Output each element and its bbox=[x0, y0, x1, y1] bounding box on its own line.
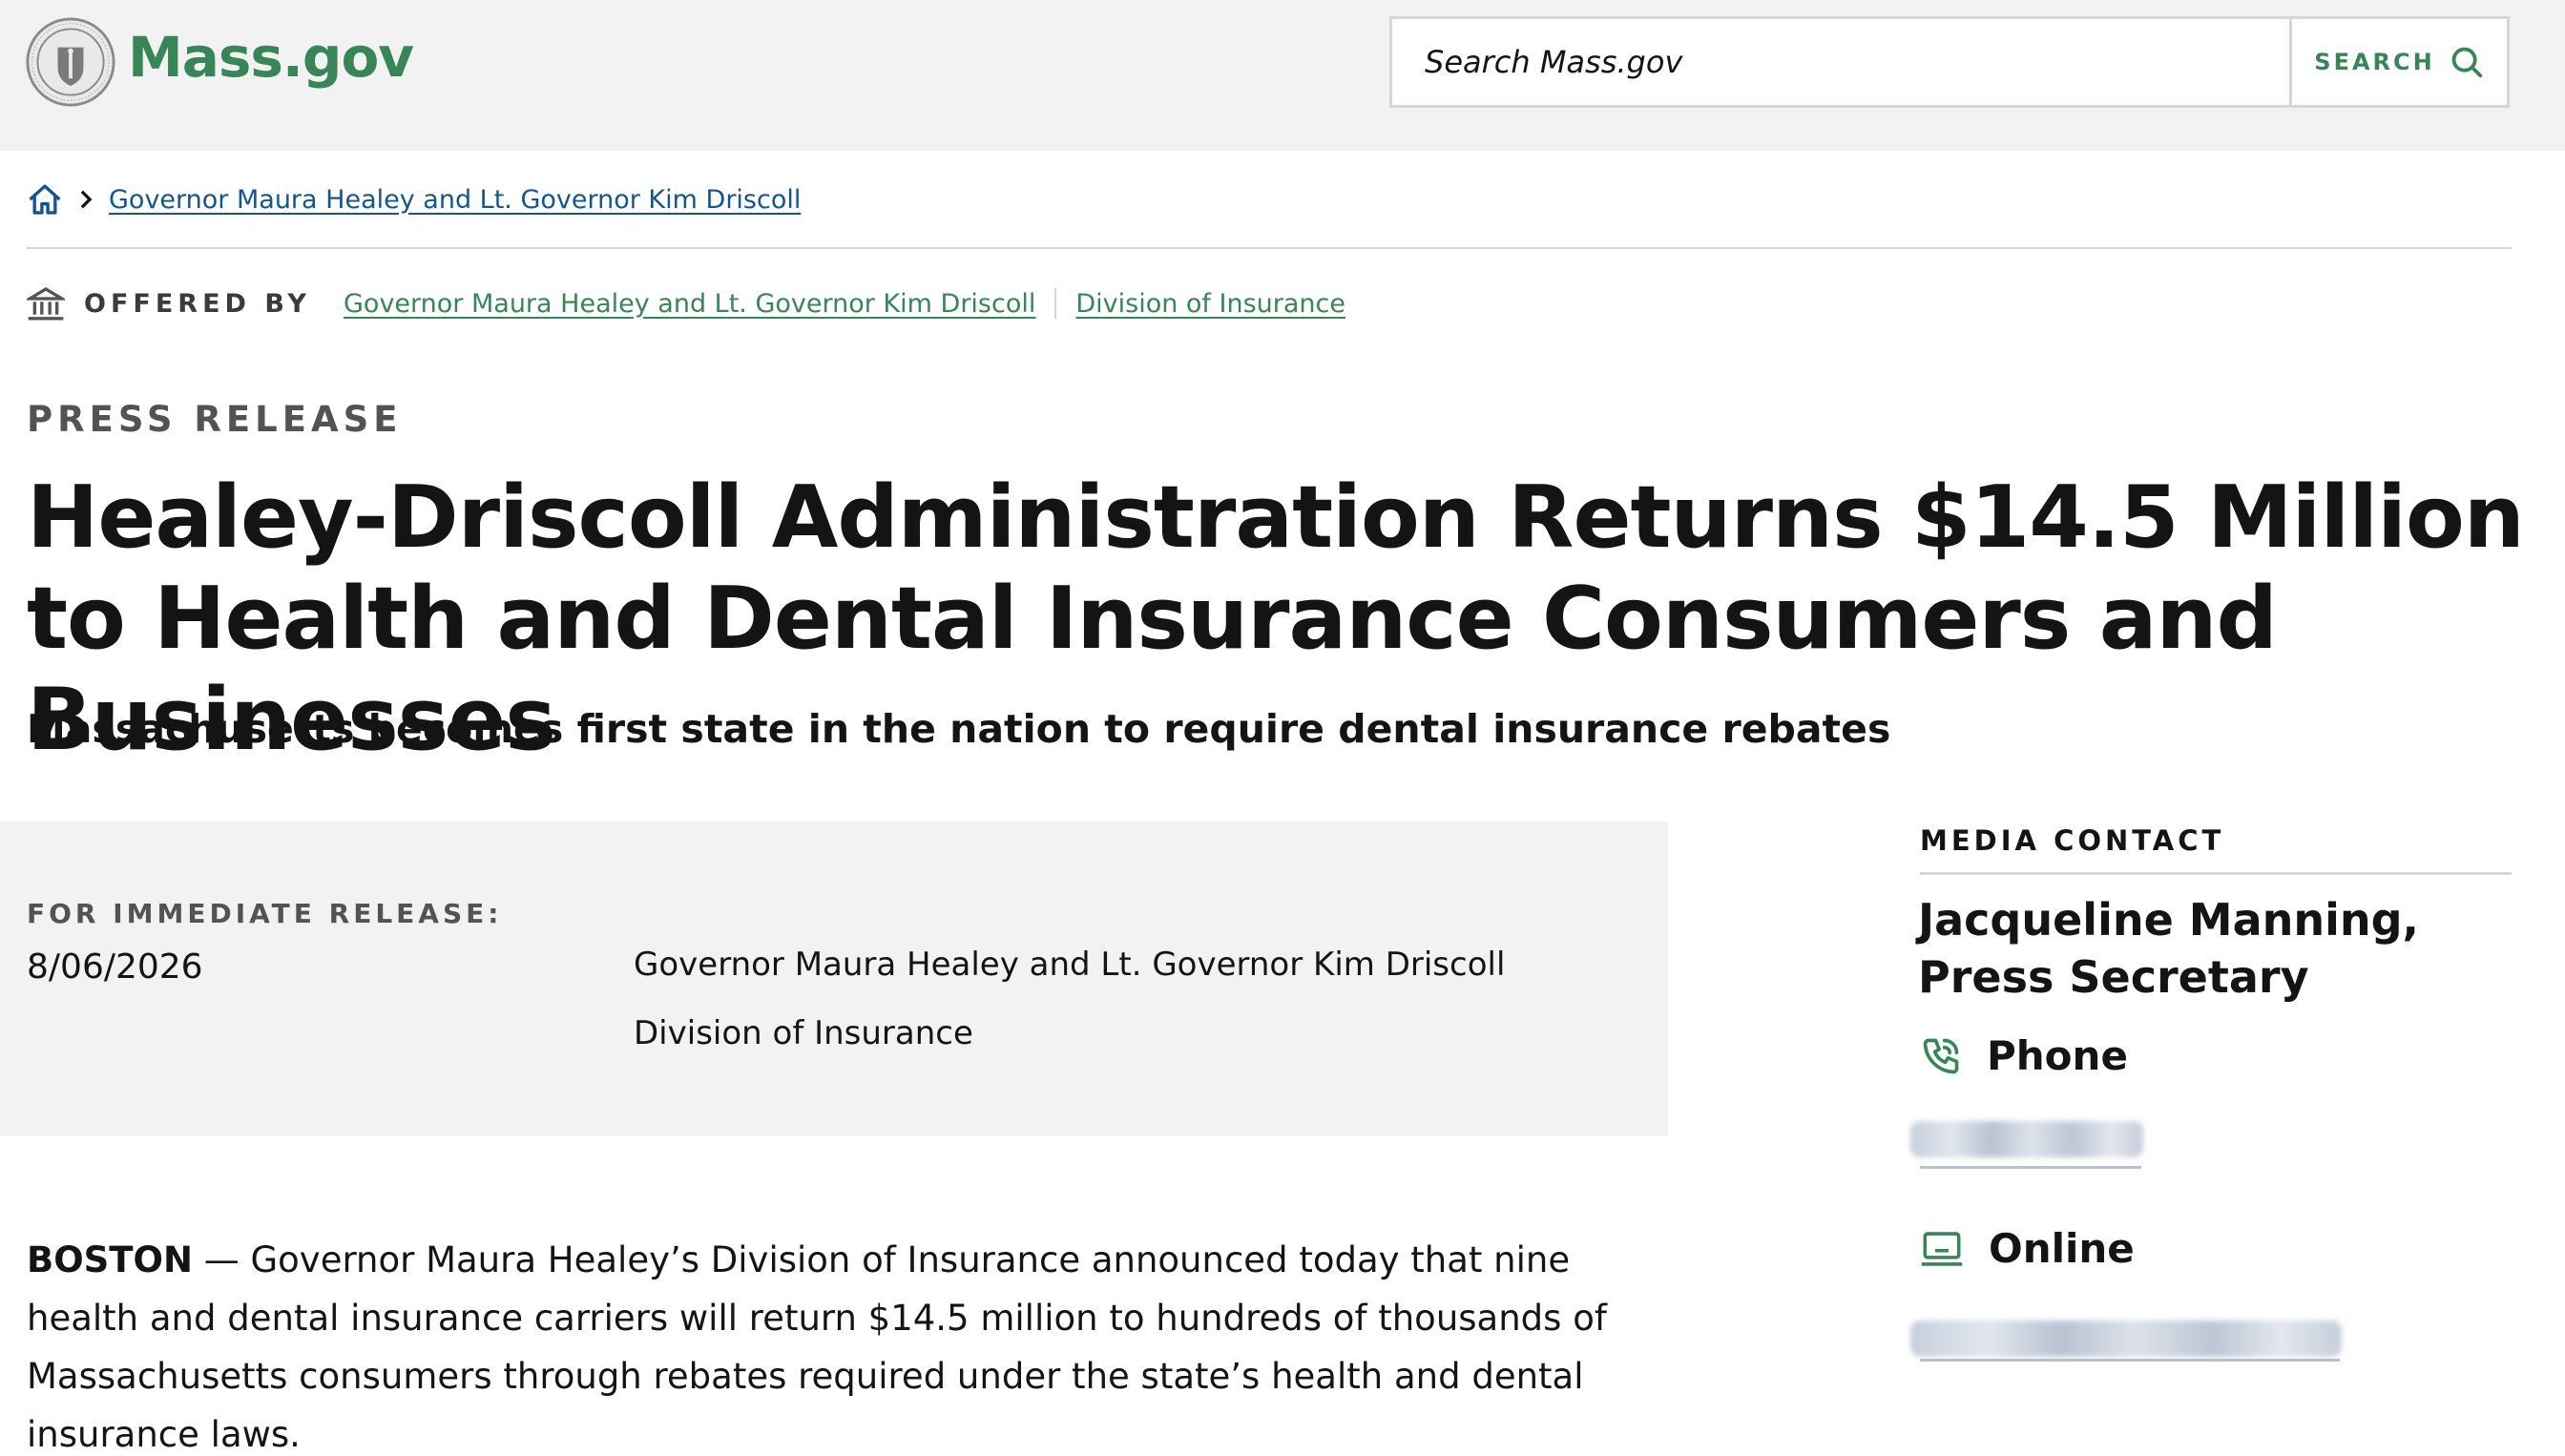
media-contact-name: Jacqueline Manning, Press Secretary bbox=[1918, 894, 2420, 1003]
site-logo[interactable]: Mass.gov bbox=[128, 25, 414, 90]
phone-link-underline bbox=[1920, 1166, 2141, 1169]
article-body: BOSTON — Governor Maura Healey’s Divisio… bbox=[27, 1231, 1649, 1456]
building-icon bbox=[27, 287, 65, 321]
breadcrumb-link[interactable]: Governor Maura Healey and Lt. Governor K… bbox=[109, 185, 801, 215]
phone-number-redacted[interactable] bbox=[1910, 1121, 2143, 1157]
online-row: Online bbox=[1920, 1225, 2135, 1272]
online-link-underline bbox=[1920, 1359, 2340, 1362]
page-subtitle: Massachusetts becomes first state in the… bbox=[27, 706, 1891, 752]
phone-icon bbox=[1923, 1038, 1959, 1073]
site-header: Mass.gov SEARCH bbox=[0, 0, 2565, 151]
offered-by-separator bbox=[1054, 288, 1057, 319]
article-paragraph: — Governor Maura Healey’s Division of In… bbox=[27, 1239, 1607, 1455]
breadcrumb: Governor Maura Healey and Lt. Governor K… bbox=[27, 183, 801, 216]
home-icon[interactable] bbox=[27, 183, 63, 216]
search-button-label: SEARCH bbox=[2314, 49, 2435, 75]
release-date: 8/06/2026 bbox=[27, 947, 203, 987]
release-info-box: FOR IMMEDIATE RELEASE: 8/06/2026 Governo… bbox=[0, 822, 1668, 1136]
offered-by: OFFERED BY Governor Maura Healey and Lt.… bbox=[27, 281, 1345, 326]
media-contact-label: MEDIA CONTACT bbox=[1920, 824, 2225, 857]
offered-by-label: OFFERED BY bbox=[84, 288, 311, 319]
dateline: BOSTON bbox=[27, 1239, 193, 1280]
media-contact-rule bbox=[1920, 872, 2512, 875]
search-input[interactable] bbox=[1392, 19, 2289, 105]
chevron-right-icon bbox=[80, 190, 93, 209]
laptop-icon bbox=[1921, 1231, 1963, 1266]
phone-row: Phone bbox=[1920, 1032, 2128, 1079]
state-seal-icon[interactable] bbox=[25, 16, 116, 108]
search-bar: SEARCH bbox=[1389, 16, 2510, 108]
online-label: Online bbox=[1989, 1225, 2135, 1272]
phone-label: Phone bbox=[1987, 1032, 2128, 1079]
release-org-governor: Governor Maura Healey and Lt. Governor K… bbox=[634, 946, 1506, 984]
release-label: FOR IMMEDIATE RELEASE: bbox=[27, 898, 503, 929]
page-kicker: PRESS RELEASE bbox=[27, 399, 403, 440]
breadcrumb-divider bbox=[27, 247, 2512, 249]
search-button[interactable]: SEARCH bbox=[2289, 19, 2507, 105]
offered-by-link-division[interactable]: Division of Insurance bbox=[1075, 289, 1345, 319]
online-link-redacted[interactable] bbox=[1910, 1321, 2342, 1357]
offered-by-link-governor[interactable]: Governor Maura Healey and Lt. Governor K… bbox=[344, 289, 1035, 319]
release-org-division: Division of Insurance bbox=[634, 1014, 973, 1052]
search-icon bbox=[2451, 47, 2482, 78]
